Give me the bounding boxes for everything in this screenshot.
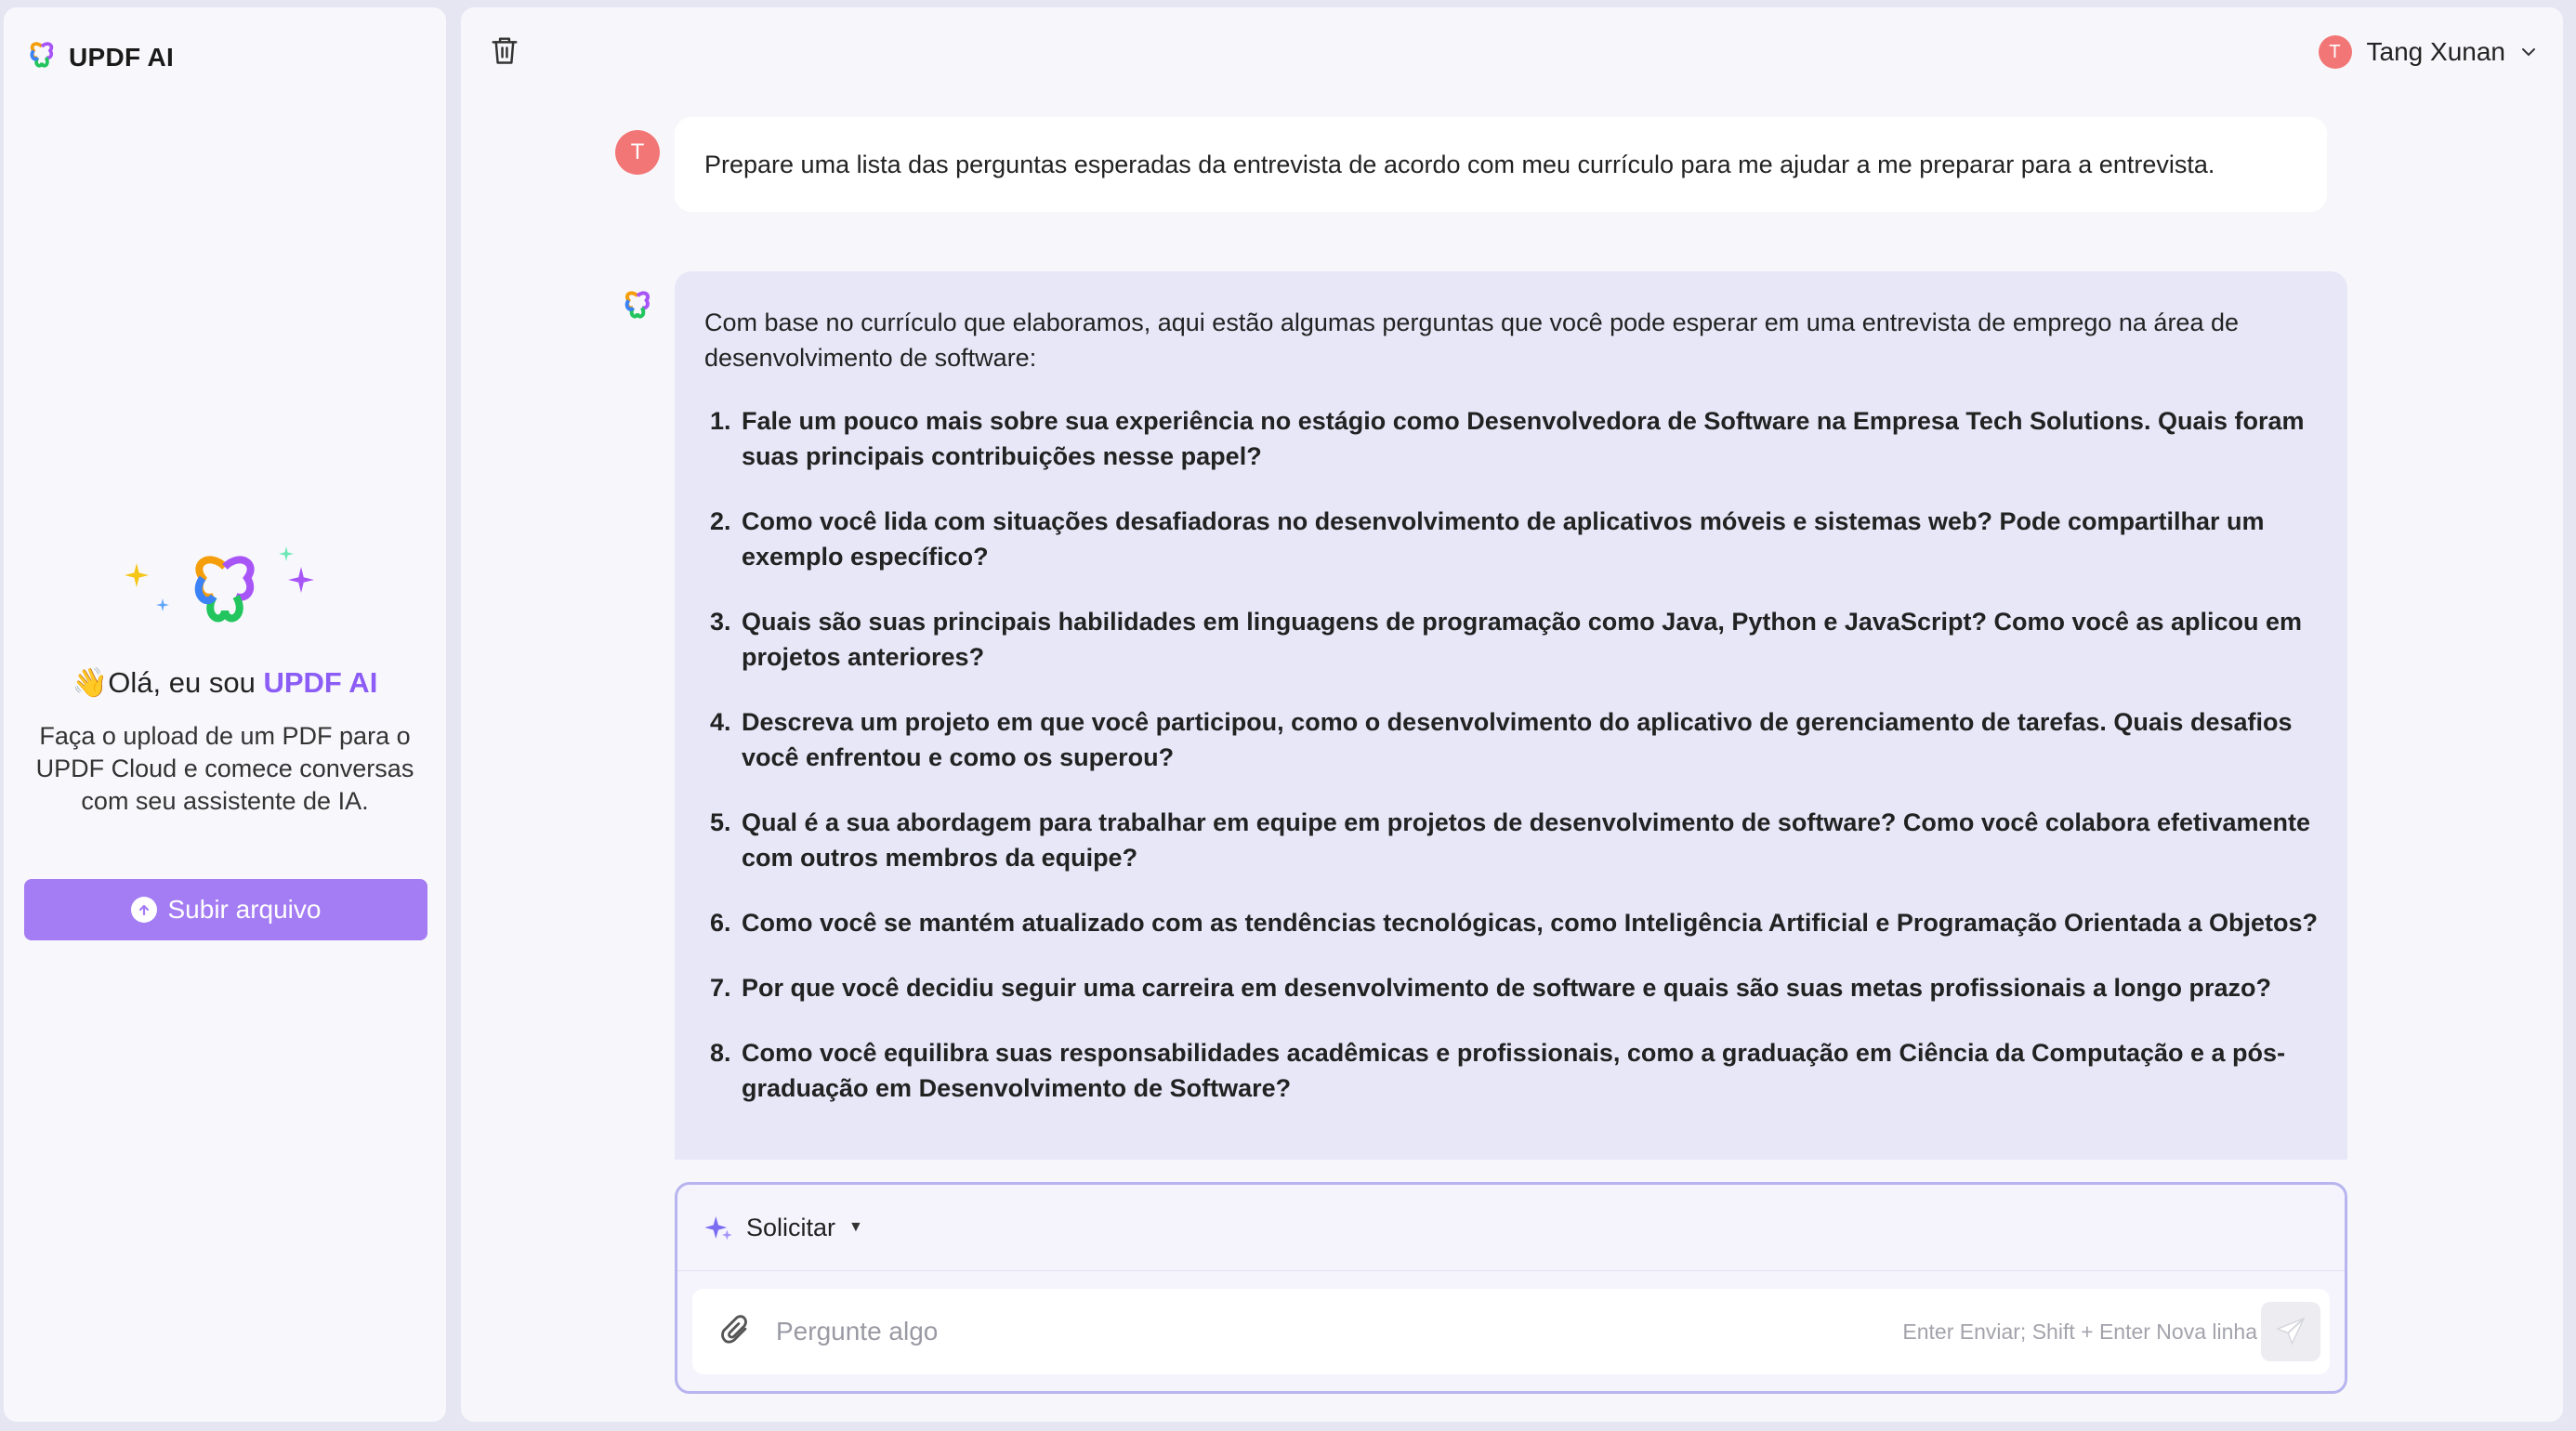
wave-icon: 👋: [72, 666, 109, 699]
composer-input-row: Enter Enviar; Shift + Enter Nova linha: [692, 1289, 2330, 1374]
upload-file-label: Subir arquivo: [167, 895, 322, 924]
ask-input[interactable]: [774, 1316, 1707, 1347]
list-item: Como você lida com situações desafiadora…: [738, 504, 2318, 574]
updf-logo-icon: [623, 290, 652, 324]
upload-arrow-icon: [130, 897, 157, 923]
sparkle-icon: [125, 563, 149, 587]
user-name: Tang Xunan: [2366, 37, 2505, 66]
sparkle-icon: [279, 546, 294, 561]
send-hint: Enter Enviar; Shift + Enter Nova linha: [1902, 1319, 2257, 1344]
greeting-accent: UPDF AI: [263, 666, 378, 699]
welcome-hero: 👋Olá, eu sou UPDF AI Faça o upload de um…: [4, 546, 446, 818]
hero-illustration: [4, 546, 446, 649]
list-item: Quais são suas principais habilidades em…: [738, 604, 2318, 675]
composer: Solicitar ▼ Enter Enviar; Shift + Enter …: [675, 1182, 2347, 1394]
brand-name: UPDF AI: [69, 42, 175, 72]
caret-down-icon: ▼: [848, 1219, 863, 1235]
clear-chat-button[interactable]: [491, 35, 519, 70]
greeting: 👋Olá, eu sou UPDF AI: [4, 665, 446, 700]
welcome-description: Faça o upload de um PDF para o UPDF Clou…: [35, 722, 414, 815]
ai-intro: Com base no currículo que elaboramos, aq…: [704, 309, 2239, 372]
send-icon: [2275, 1317, 2306, 1346]
send-button[interactable]: [2261, 1302, 2320, 1361]
paperclip-icon: [721, 1315, 747, 1344]
ai-question-list: Fale um pouco mais sobre sua experiência…: [704, 403, 2318, 1106]
sparkle-icon: [288, 567, 314, 593]
list-item: Qual é a sua abordagem para trabalhar em…: [738, 805, 2318, 875]
prompt-selector[interactable]: Solicitar ▼: [677, 1185, 2345, 1271]
list-item: Como você se mantém atualizado com as te…: [738, 905, 2318, 940]
chevron-down-icon: [2522, 48, 2535, 57]
greeting-prefix: Olá, eu sou: [108, 666, 264, 699]
user-menu[interactable]: T Tang Xunan: [2318, 35, 2537, 69]
chat-panel: T Tang Xunan T Prepare uma lista das per…: [461, 7, 2563, 1422]
list-item: Como você equilibra suas responsabilidad…: [738, 1035, 2318, 1106]
sparkle-icon: [156, 598, 169, 611]
list-item: Descreva um projeto em que você particip…: [738, 704, 2318, 775]
list-item: Fale um pouco mais sobre sua experiência…: [738, 403, 2318, 474]
user-message: Prepare uma lista das perguntas esperada…: [675, 117, 2327, 212]
sparkle-icon: [704, 1216, 732, 1241]
prompt-selector-label: Solicitar: [746, 1213, 836, 1241]
brand: UPDF AI: [28, 41, 174, 73]
avatar: T: [2318, 35, 2352, 69]
ai-message: Com base no currículo que elaboramos, aq…: [675, 271, 2347, 1160]
attach-button[interactable]: [713, 1314, 759, 1349]
upload-file-button[interactable]: Subir arquivo: [24, 879, 427, 940]
updf-logo-icon: [28, 41, 56, 73]
sidebar: UPDF AI 👋Olá, eu sou UPDF AI Faça o uplo…: [4, 7, 446, 1422]
user-message-avatar: T: [615, 130, 660, 175]
trash-icon: [492, 37, 518, 64]
list-item: Por que você decidiu seguir uma carreira…: [738, 970, 2318, 1005]
updf-logo-icon: [194, 556, 255, 623]
